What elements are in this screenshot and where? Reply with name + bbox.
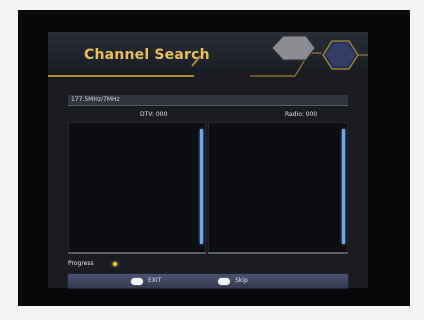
frequency-readout: 177.5MHz/7MHz (71, 96, 120, 103)
progress-label: Progress (68, 260, 94, 267)
hexagon-decoration-icon (250, 35, 368, 77)
skip-button[interactable]: Skip (218, 275, 248, 287)
channel-search-panel: Channel Search 177.5MHz/7MHz DTV: 000 Ra… (48, 32, 368, 288)
exit-button[interactable]: EXIT (131, 275, 161, 287)
title-bar: Channel Search (48, 32, 368, 77)
radio-list-base (208, 252, 348, 254)
progress-dot-icon (113, 262, 117, 266)
dtv-channel-list[interactable] (68, 122, 206, 254)
skip-label: Skip (235, 277, 248, 284)
dtv-scrollbar[interactable] (200, 129, 203, 244)
title-accent-line (48, 75, 194, 77)
page-title: Channel Search (84, 47, 210, 63)
tv-screen: Channel Search 177.5MHz/7MHz DTV: 000 Ra… (18, 10, 410, 306)
radio-count: Radio: 000 (285, 111, 318, 118)
remote-exit-key-icon (131, 277, 143, 285)
footer-bar: EXIT Skip (68, 274, 348, 288)
exit-label: EXIT (148, 277, 162, 284)
radio-channel-list[interactable] (208, 122, 348, 254)
photo-frame: Channel Search 177.5MHz/7MHz DTV: 000 Ra… (0, 0, 424, 320)
remote-key-icon (218, 277, 230, 285)
frequency-bar: 177.5MHz/7MHz (68, 95, 348, 106)
dtv-list-base (68, 252, 206, 254)
dtv-count: DTV: 000 (140, 111, 168, 118)
radio-scrollbar[interactable] (342, 129, 345, 244)
